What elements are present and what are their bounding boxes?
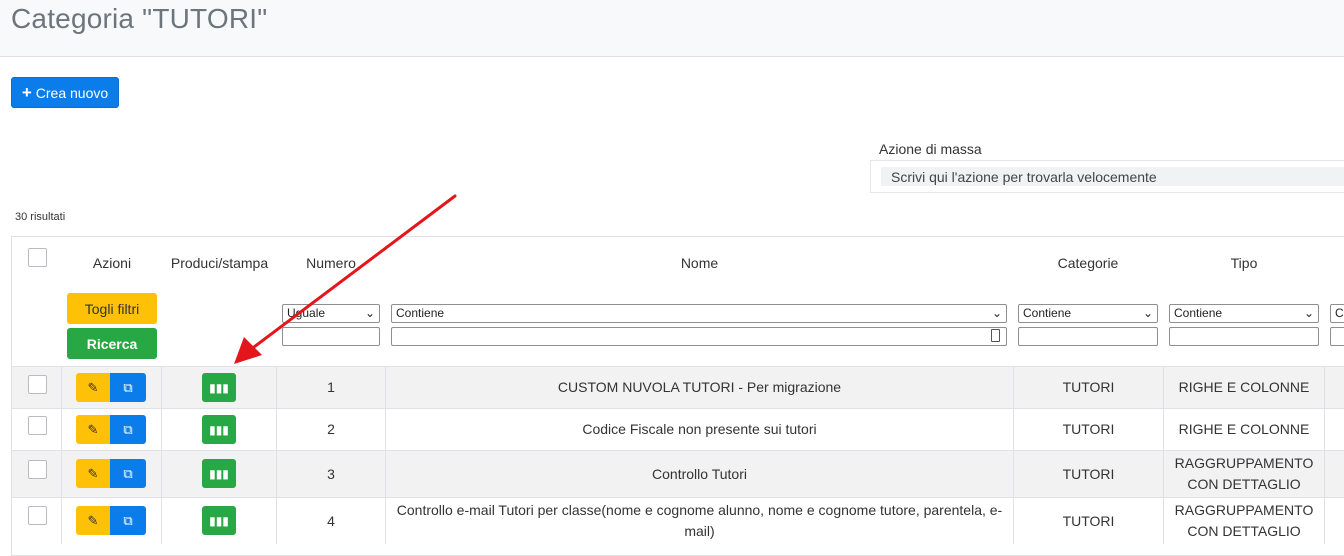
annotation-arrow <box>234 194 457 364</box>
